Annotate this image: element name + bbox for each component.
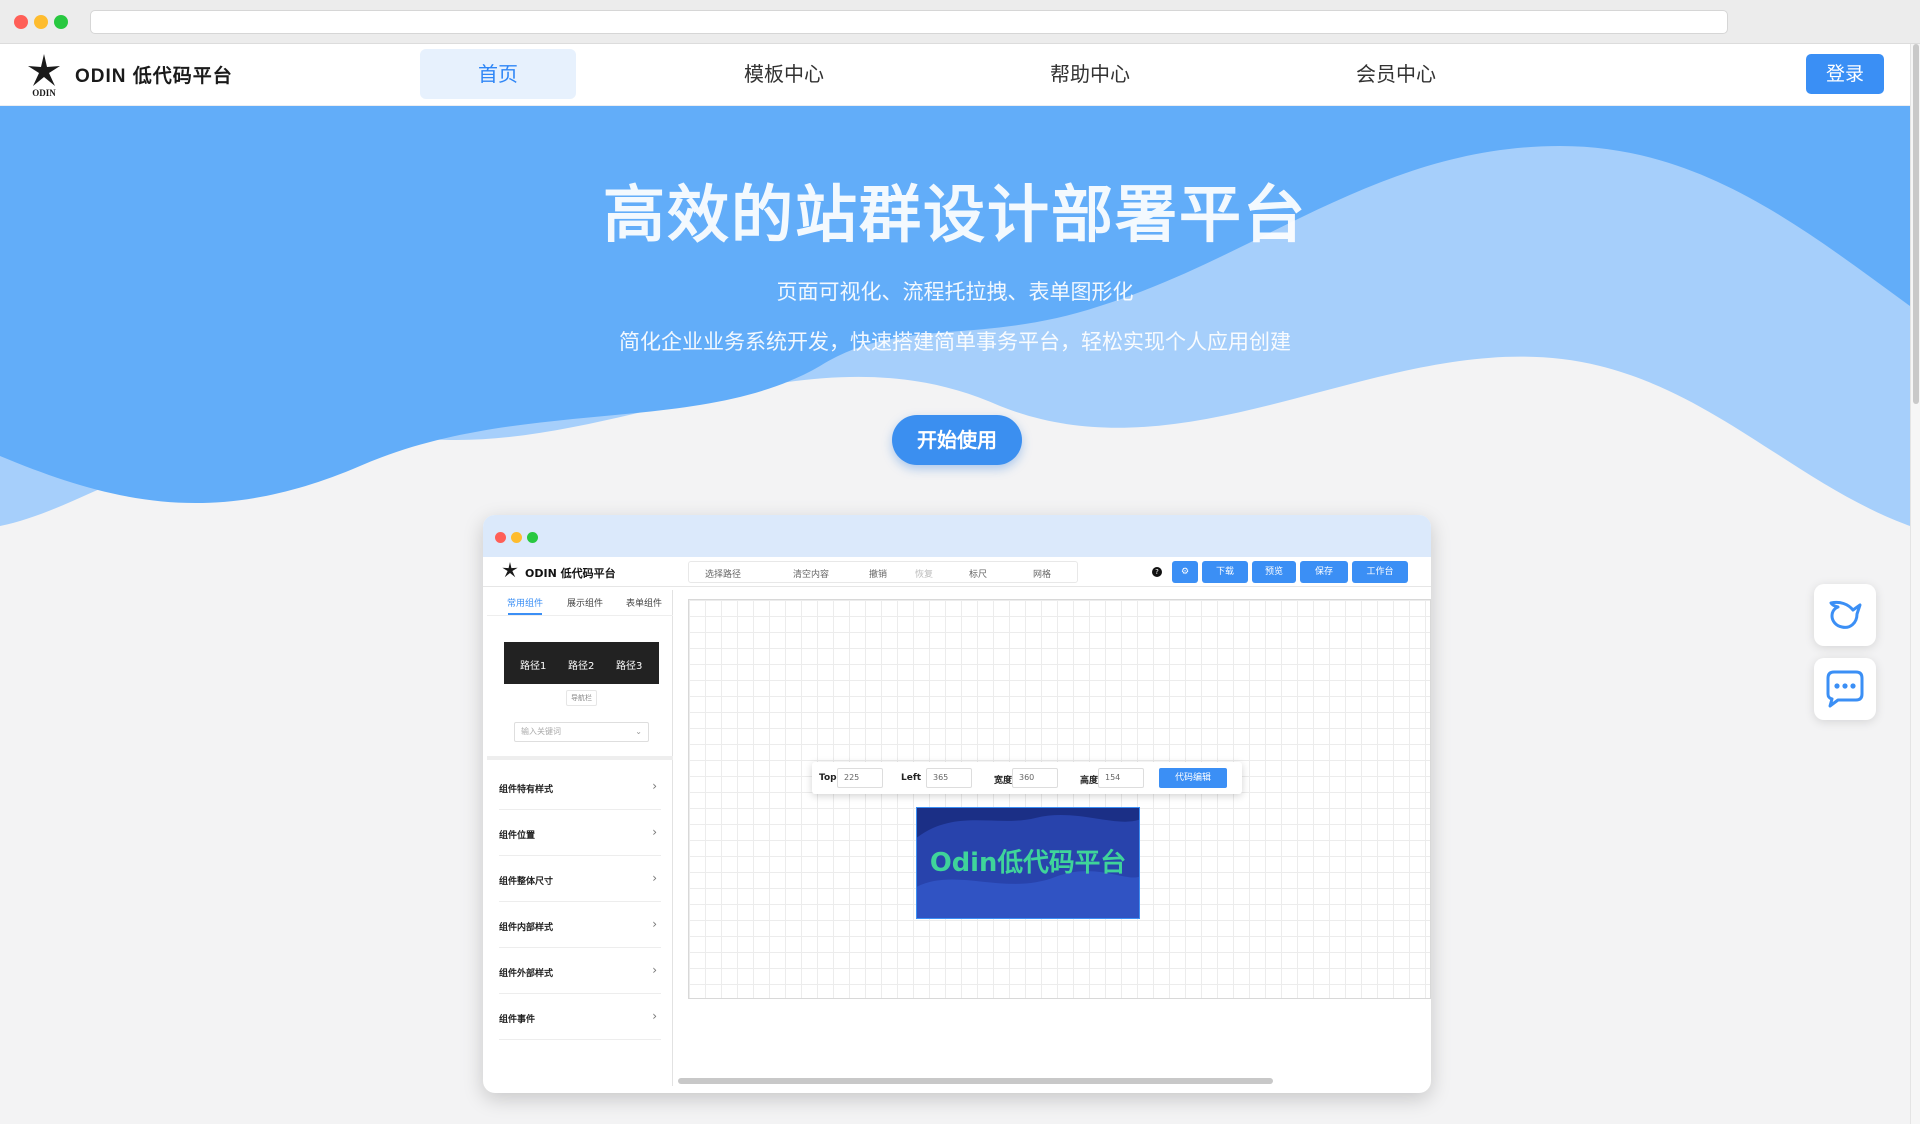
preview-top-input: 225 (837, 768, 883, 788)
preview-prop-row: 组件内部样式 › (499, 902, 661, 948)
preview-tab-display: 展示组件 (567, 599, 604, 609)
chevron-down-icon: ⌄ (635, 727, 642, 736)
bird-icon (1829, 600, 1862, 629)
preview-left-input: 365 (926, 768, 972, 788)
logo-word: ODIN (32, 88, 56, 98)
feedback-float-button[interactable] (1814, 584, 1876, 646)
tool-clear: 清空内容 (793, 570, 830, 580)
browser-chrome (0, 0, 1920, 44)
preview-navbar-caption: 导航栏 (566, 690, 597, 706)
tool-redo: 恢复 (915, 570, 934, 580)
nav-item-templates[interactable]: 模板中心 (706, 49, 862, 99)
preview-prop-row: 组件整体尺寸 › (499, 856, 661, 902)
preview-download-button: 下载 (1202, 561, 1248, 583)
preview-save-button: 保存 (1300, 561, 1348, 583)
preview-tab-form: 表单组件 (626, 599, 663, 609)
preview-banner-text: Odin低代码平台 (930, 847, 1126, 878)
preview-keyword-placeholder: 输入关键词 (521, 727, 561, 736)
preview-top-label: Top (819, 773, 837, 783)
page-scrollbar[interactable] (1910, 44, 1920, 1124)
preview-component-tabs: 常用组件 展示组件 表单组件 (487, 590, 673, 616)
page: ODIN ODIN 低代码平台 首页 模板中心 帮助中心 会员中心 登录 高效的… (0, 44, 1910, 1124)
preview-prop-row: 组件事件 › (499, 994, 661, 1040)
preview-navbar-path-1: 路径1 (520, 661, 547, 672)
chevron-right-icon: › (652, 963, 657, 977)
preview-panel-separator (487, 756, 673, 760)
preview-navbar-component: 路径1 路径2 路径3 (504, 642, 659, 684)
preview-brand: ODIN 低代码平台 (525, 567, 616, 580)
minimize-window-button[interactable] (34, 15, 48, 29)
preview-prop-row: 组件外部样式 › (499, 948, 661, 994)
preview-prop-label: 组件外部样式 (499, 969, 554, 979)
page-scrollbar-thumb[interactable] (1913, 44, 1919, 404)
preview-titlebar (483, 515, 1431, 557)
tool-grid: 网格 (1033, 570, 1052, 580)
maximize-window-button[interactable] (54, 15, 68, 29)
preview-tab-underline (508, 613, 542, 615)
preview-prop-label: 组件整体尺寸 (499, 877, 554, 887)
preview-width-label: 宽度 (994, 776, 1013, 786)
preview-help-icon: ? (1152, 567, 1162, 577)
chevron-right-icon: › (652, 871, 657, 885)
preview-canvas (688, 599, 1431, 999)
brand-name[interactable]: ODIN 低代码平台 (75, 61, 233, 88)
chevron-right-icon: › (652, 779, 657, 793)
product-preview-window: ODIN 低代码平台 选择路径 清空内容 撤销 恢复 标尺 网格 ? ⚙ 下载 … (483, 515, 1431, 1093)
nav-item-membership[interactable]: 会员中心 (1318, 49, 1474, 99)
start-button[interactable]: 开始使用 (892, 415, 1022, 465)
chevron-right-icon: › (652, 1009, 657, 1023)
preview-tool-group: 选择路径 清空内容 撤销 恢复 标尺 网格 (688, 561, 1078, 583)
nav-item-home[interactable]: 首页 (420, 49, 576, 99)
preview-settings-button: ⚙ (1172, 561, 1198, 583)
preview-preview-button: 预览 (1252, 561, 1296, 583)
top-navbar: ODIN ODIN 低代码平台 首页 模板中心 帮助中心 会员中心 登录 (0, 44, 1910, 106)
preview-left-label: Left (901, 773, 922, 783)
preview-width-input: 360 (1012, 768, 1058, 788)
odin-logo-icon[interactable]: ODIN (24, 52, 64, 98)
preview-logo-icon (502, 561, 518, 578)
preview-prop-label: 组件位置 (499, 831, 536, 841)
preview-prop-row: 组件特有样式 › (499, 764, 661, 810)
preview-prop-label: 组件事件 (499, 1015, 536, 1025)
preview-prop-label: 组件特有样式 (499, 785, 554, 795)
preview-keyword-select: 输入关键词 ⌄ (514, 722, 649, 742)
preview-close-dot (495, 532, 506, 543)
login-button[interactable]: 登录 (1806, 54, 1884, 94)
preview-navbar-path-2: 路径2 (568, 661, 595, 672)
nav-item-help[interactable]: 帮助中心 (1012, 49, 1168, 99)
chevron-right-icon: › (652, 825, 657, 839)
close-window-button[interactable] (14, 15, 28, 29)
preview-minimize-dot (511, 532, 522, 543)
preview-banner-component: Odin低代码平台 (916, 807, 1140, 919)
preview-code-edit-button: 代码编辑 (1159, 768, 1227, 788)
hero-title: 高效的站群设计部署平台 (602, 178, 1307, 251)
preview-horizontal-scrollbar (678, 1078, 1273, 1084)
preview-height-input: 154 (1098, 768, 1144, 788)
preview-height-label: 高度 (1080, 776, 1099, 786)
tool-ruler: 标尺 (969, 570, 988, 580)
preview-toolbar: ODIN 低代码平台 选择路径 清空内容 撤销 恢复 标尺 网格 ? ⚙ 下载 … (483, 557, 1431, 587)
preview-navbar-path-3: 路径3 (616, 661, 643, 672)
address-bar[interactable] (90, 10, 1728, 34)
preview-left-panel: 常用组件 展示组件 表单组件 路径1 路径2 路径3 导航栏 输入关键词 ⌄ 组… (487, 590, 673, 1086)
chat-float-button[interactable] (1814, 658, 1876, 720)
preview-position-bar: Top 225 Left 365 宽度 360 高度 154 代码编辑 (812, 762, 1242, 794)
tool-undo: 撤销 (869, 570, 888, 580)
preview-tab-common: 常用组件 (507, 599, 544, 609)
hero-subtitle-1: 页面可视化、流程托拉拽、表单图形化 (776, 280, 1134, 304)
preview-prop-label: 组件内部样式 (499, 923, 554, 933)
preview-workbench-button: 工作台 (1352, 561, 1408, 583)
hero-subtitle-2: 简化企业业务系统开发，快速搭建简单事务平台，轻松实现个人应用创建 (619, 330, 1291, 354)
chevron-right-icon: › (652, 917, 657, 931)
chat-icon (1826, 670, 1864, 708)
preview-maximize-dot (527, 532, 538, 543)
preview-prop-row: 组件位置 › (499, 810, 661, 856)
tool-select-path: 选择路径 (705, 570, 742, 580)
